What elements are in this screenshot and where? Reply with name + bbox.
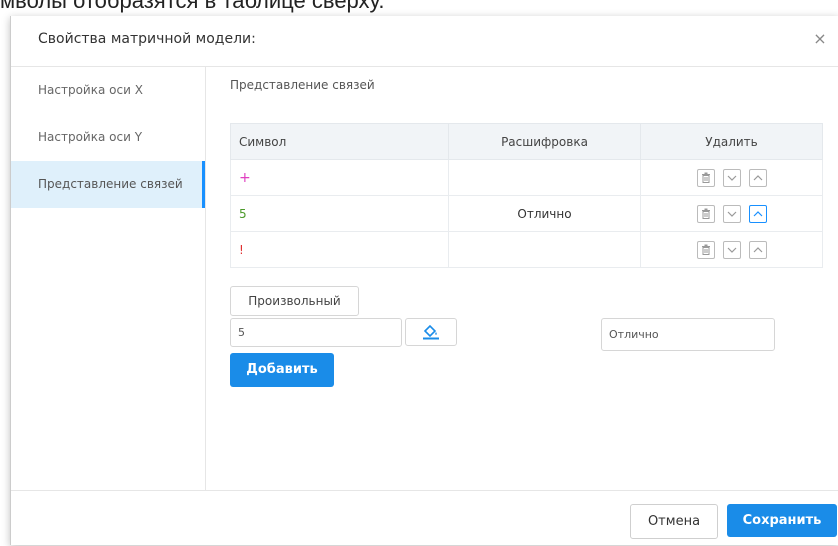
- trash-icon[interactable]: [696, 204, 715, 223]
- close-icon[interactable]: ×: [811, 30, 829, 48]
- sidebar-item-links-representation[interactable]: Представление связей: [11, 161, 205, 208]
- decode-cell: Отлично: [448, 195, 641, 232]
- table-row: +: [230, 159, 823, 196]
- chevron-up-icon[interactable]: [748, 204, 767, 223]
- dialog-header: Свойства матричной модели: ×: [11, 16, 838, 67]
- sidebar-item-label: Представление связей: [38, 177, 183, 191]
- sidebar-item-label: Настройка оси X: [38, 83, 143, 97]
- table-row: !: [230, 231, 823, 268]
- dialog-footer: Отмена Сохранить: [11, 490, 838, 546]
- trash-icon[interactable]: [696, 168, 715, 187]
- add-button[interactable]: Добавить: [230, 353, 334, 387]
- column-header-symbol: Символ: [230, 123, 449, 160]
- symbol-input[interactable]: 5: [230, 318, 402, 347]
- section-title: Представление связей: [230, 78, 375, 92]
- decode-input[interactable]: Отлично: [601, 318, 775, 351]
- chevron-down-icon[interactable]: [722, 204, 741, 223]
- matrix-model-properties-dialog: Свойства матричной модели: × Настройка о…: [10, 16, 838, 545]
- decode-cell: [448, 231, 641, 268]
- symbol-cell: 5: [239, 206, 247, 221]
- chevron-up-icon[interactable]: [748, 168, 767, 187]
- table-row: 5 Отлично: [230, 195, 823, 232]
- links-table: Символ Расшифровка Удалить + 5 Отлично !: [230, 123, 823, 268]
- symbol-cell: +: [239, 169, 251, 186]
- custom-symbol-button[interactable]: Произвольный: [230, 286, 359, 316]
- trash-icon[interactable]: [696, 240, 715, 259]
- background-instruction-text: мволы отобразятся в таблице сверху.: [0, 0, 385, 13]
- save-button[interactable]: Сохранить: [727, 504, 837, 537]
- paint-bucket-icon: [423, 324, 439, 340]
- settings-sidebar: Настройка оси X Настройка оси Y Представ…: [11, 67, 206, 490]
- column-header-delete: Удалить: [640, 123, 823, 160]
- decode-cell: [448, 159, 641, 196]
- cancel-button[interactable]: Отмена: [630, 504, 718, 539]
- dialog-title: Свойства матричной модели:: [38, 31, 256, 47]
- fill-color-button[interactable]: [405, 318, 457, 346]
- symbol-cell: !: [239, 242, 244, 257]
- column-header-decode: Расшифровка: [448, 123, 641, 160]
- links-representation-panel: Представление связей Символ Расшифровка …: [230, 78, 830, 478]
- sidebar-item-y-axis[interactable]: Настройка оси Y: [11, 114, 205, 161]
- sidebar-item-label: Настройка оси Y: [38, 130, 143, 144]
- chevron-down-icon[interactable]: [722, 240, 741, 259]
- chevron-down-icon[interactable]: [722, 168, 741, 187]
- chevron-up-icon[interactable]: [748, 240, 767, 259]
- sidebar-item-x-axis[interactable]: Настройка оси X: [11, 67, 205, 114]
